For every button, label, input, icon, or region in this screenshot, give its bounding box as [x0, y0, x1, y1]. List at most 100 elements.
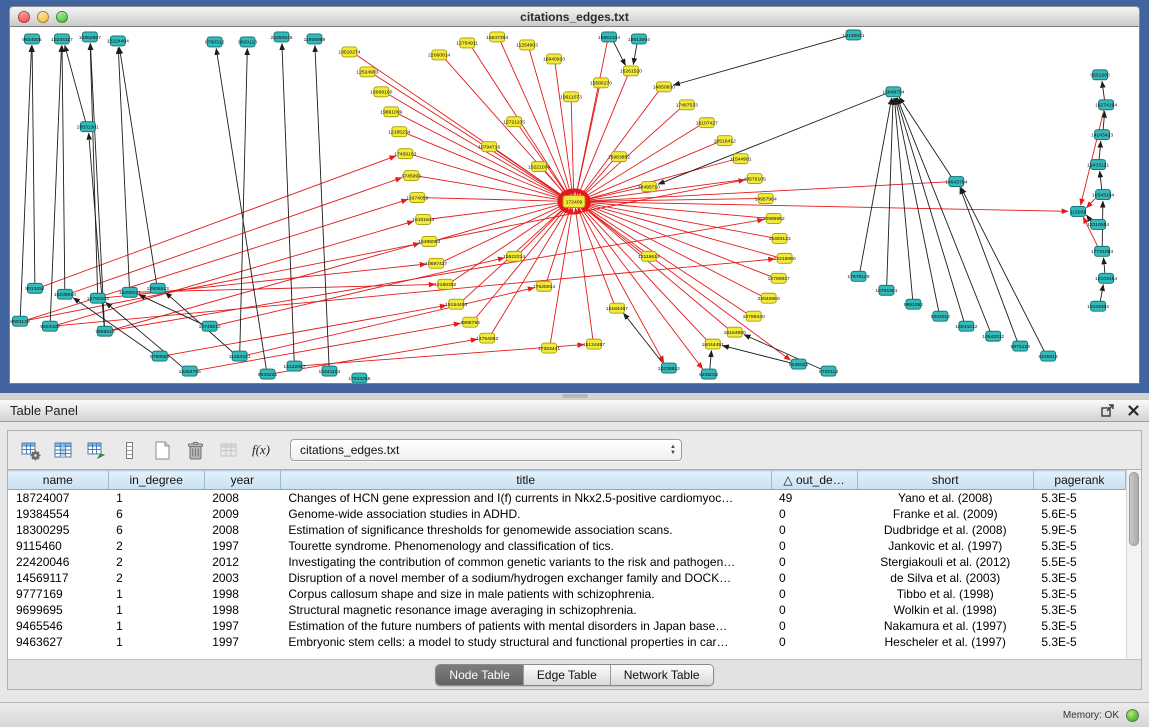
column-header-year[interactable]: year: [204, 471, 280, 490]
graph-node[interactable]: 12116614: [638, 251, 660, 261]
graph-node[interactable]: 16044212: [955, 321, 977, 331]
graph-node[interactable]: 9891052: [904, 299, 924, 309]
close-icon[interactable]: [1128, 405, 1139, 416]
graph-node[interactable]: 10794716: [478, 142, 500, 152]
graph-node[interactable]: 20531301: [77, 122, 99, 132]
graph-node[interactable]: 15586270: [590, 78, 612, 88]
graph-node[interactable]: 16044491: [702, 339, 724, 349]
graph-node[interactable]: 16648794: [882, 87, 904, 97]
column-header-title[interactable]: title: [280, 471, 771, 490]
graph-node[interactable]: 10441104: [319, 366, 341, 376]
graph-node[interactable]: 16940910: [543, 54, 565, 64]
graph-node[interactable]: 14957984: [755, 194, 777, 204]
table-row[interactable]: 946362711997Embryonic stem cells: a mode…: [8, 634, 1126, 650]
graph-node[interactable]: 17253441: [538, 343, 560, 353]
graph-node[interactable]: 16669100: [370, 87, 392, 97]
graph-node[interactable]: 17534455: [348, 373, 370, 383]
graph-node[interactable]: 16107427: [696, 118, 718, 128]
network-graph[interactable]: 1724091851027412524903166691001986109912…: [10, 27, 1139, 383]
graph-node[interactable]: 18510274: [338, 47, 360, 57]
graph-node[interactable]: 15522214: [503, 251, 525, 261]
graph-node[interactable]: 10235910: [54, 289, 76, 299]
graph-node[interactable]: 16261520: [620, 66, 642, 76]
graph-node[interactable]: 10996952: [763, 213, 785, 223]
table-row[interactable]: 946554611997Estimation of the future num…: [8, 618, 1126, 634]
graph-node[interactable]: 15184457: [606, 303, 628, 313]
graph-node[interactable]: 15963862: [608, 152, 630, 162]
window-titlebar[interactable]: citations_edges.txt: [9, 6, 1140, 27]
graph-node[interactable]: 16963104: [598, 32, 620, 42]
graph-node[interactable]: 8790312: [205, 37, 225, 47]
show-columns-button[interactable]: [49, 436, 77, 464]
tab-node-table[interactable]: Node Table: [436, 665, 523, 685]
table-settings-button[interactable]: [16, 436, 44, 464]
graph-node[interactable]: 9745093: [402, 171, 422, 181]
graph-node[interactable]: 11253341: [229, 351, 251, 361]
graph-node[interactable]: 12700937: [768, 273, 790, 283]
graph-node[interactable]: 12754911: [456, 38, 478, 48]
graph-node[interactable]: 8720113: [819, 366, 838, 376]
graph-node[interactable]: 17731093: [1091, 246, 1113, 256]
table-selector-dropdown[interactable]: citations_edges.txt ▲▼: [290, 439, 682, 461]
graph-node[interactable]: 12210554: [1087, 219, 1109, 229]
graph-node[interactable]: 14143413: [1091, 130, 1113, 140]
graph-node[interactable]: 10543312: [982, 331, 1004, 341]
graph-node[interactable]: 9874123: [1011, 341, 1031, 351]
table-row[interactable]: 969969511998Structural magnetic resonanc…: [8, 602, 1126, 618]
panel-resize-handle[interactable]: [562, 394, 588, 398]
graph-node[interactable]: 9790554: [150, 351, 170, 361]
table-row[interactable]: 1456911722003Disruption of a novel membe…: [8, 570, 1126, 586]
graph-node[interactable]: 9245012: [1038, 351, 1058, 361]
tab-edge-table[interactable]: Edge Table: [523, 665, 610, 685]
table-row[interactable]: 1938455462009Genome-wide association stu…: [8, 506, 1126, 522]
graph-node[interactable]: 15493123: [769, 233, 791, 243]
graph-node[interactable]: 9245021: [789, 359, 809, 369]
column-header-short[interactable]: short: [857, 471, 1033, 490]
graph-node[interactable]: 11674059: [406, 193, 428, 203]
graph-node[interactable]: 16647304: [486, 32, 508, 42]
graph-node[interactable]: 19861099: [380, 107, 402, 117]
graph-node[interactable]: 10697427: [425, 258, 447, 268]
graph-node[interactable]: 10234117: [51, 34, 73, 44]
scrollbar-thumb[interactable]: [1129, 472, 1139, 546]
vertical-scrollbar[interactable]: [1126, 470, 1141, 659]
graph-node[interactable]: 17459103: [394, 149, 416, 159]
graph-node[interactable]: 26260545: [270, 32, 292, 42]
graph-node[interactable]: 12216060: [774, 253, 796, 263]
tab-network-table[interactable]: Network Table: [610, 665, 713, 685]
table-row[interactable]: 1830029562008Estimation of significance …: [8, 522, 1126, 538]
graph-node[interactable]: 7905513: [95, 326, 115, 336]
graph-node[interactable]: 9820113: [238, 37, 257, 47]
graph-node[interactable]: 14754092: [476, 333, 498, 343]
graph-node[interactable]: 18495710: [638, 182, 660, 192]
column-header-pagerank[interactable]: pagerank: [1033, 471, 1125, 490]
graph-node[interactable]: 18130041: [842, 30, 864, 40]
graph-node[interactable]: 18913004: [628, 34, 650, 44]
graph-node[interactable]: 11254903: [516, 40, 538, 50]
import-table-button[interactable]: [214, 436, 242, 464]
graph-node[interactable]: 9245032: [699, 369, 719, 379]
graph-node[interactable]: 115938: [1070, 206, 1086, 216]
graph-node[interactable]: 12224404: [107, 36, 129, 46]
graph-node[interactable]: 12185234: [388, 127, 410, 137]
column-header-out-de-[interactable]: △ out_de…: [771, 471, 857, 490]
graph-node[interactable]: 15154493: [445, 299, 467, 309]
graph-node[interactable]: 18164950: [724, 327, 746, 337]
float-window-icon[interactable]: [1101, 404, 1114, 417]
graph-node[interactable]: 9895794: [461, 317, 481, 327]
graph-node[interactable]: 16791901: [875, 285, 897, 295]
graph-node[interactable]: 16274194: [1095, 100, 1117, 110]
graph-node[interactable]: 17487533: [676, 100, 698, 110]
graph-node[interactable]: 11936959: [304, 34, 326, 44]
graph-node[interactable]: 19611073: [560, 92, 582, 102]
graph-node[interactable]: 12238812: [658, 363, 680, 373]
graph-node[interactable]: 17679129: [847, 271, 869, 281]
graph-node[interactable]: 15495093: [418, 236, 440, 246]
graph-node[interactable]: 9013254: [25, 283, 45, 293]
graph-node[interactable]: 12103454: [1095, 273, 1117, 283]
graph-node[interactable]: 12905513: [147, 283, 169, 293]
graph-hub-node[interactable]: 172409: [563, 196, 585, 208]
graph-node[interactable]: 15134457: [583, 339, 605, 349]
graph-node[interactable]: 10745512: [199, 321, 221, 331]
graph-node[interactable]: 14122057: [283, 361, 305, 371]
